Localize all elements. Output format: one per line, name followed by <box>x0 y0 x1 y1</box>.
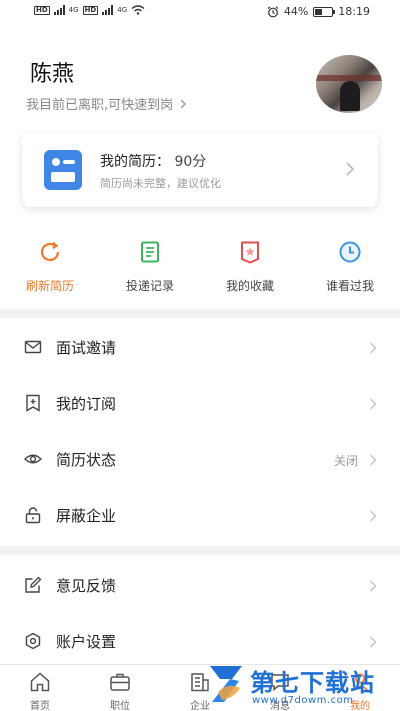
chevron-right-icon <box>369 454 377 466</box>
resume-card[interactable]: 我的简历： 90分 简历尚未完整，建议优化 <box>22 133 378 207</box>
job-status-text: 我目前已离职,可快速到岗 <box>26 98 174 113</box>
chevron-right-icon <box>369 342 377 354</box>
menu-item-feedback[interactable]: 意见反馈 <box>0 557 400 613</box>
status-left: HD 4G HD 4G <box>34 5 145 15</box>
bookmark-icon <box>26 394 40 412</box>
quick-action-refresh[interactable]: 刷新简历 <box>0 236 100 296</box>
quick-action-label: 刷新简历 <box>25 279 74 293</box>
refresh-icon <box>40 241 60 262</box>
menu-label: 面试邀请 <box>56 339 117 357</box>
menu-label: 我的订阅 <box>56 395 117 413</box>
home-icon <box>30 672 50 692</box>
profile-page: HD 4G HD 4G 44% 18:19 陈燕 我目前已离职,可快速到岗 我的… <box>0 0 400 711</box>
favorite-icon <box>241 241 259 264</box>
wifi-icon <box>131 5 145 15</box>
signal-icon-2 <box>102 5 114 15</box>
clock-time: 18:19 <box>338 5 370 18</box>
status-bar: HD 4G HD 4G 44% 18:19 <box>0 0 400 26</box>
signal-icon <box>53 5 65 15</box>
nav-label: 职位 <box>110 701 130 711</box>
quick-action-label: 我的收藏 <box>225 279 274 293</box>
quick-action-records[interactable]: 投递记录 <box>100 236 200 296</box>
quick-actions: 刷新简历 投递记录 我的收藏 谁看过我 <box>0 236 400 296</box>
watermark: 第七下载站 www.d7dowm.com <box>206 660 400 711</box>
nav-label: 首页 <box>30 701 50 711</box>
menu-label: 简历状态 <box>56 451 117 469</box>
chevron-right-icon <box>346 162 355 176</box>
menu-label: 屏蔽企业 <box>56 507 117 525</box>
resume-status-value: 关闭 <box>333 454 358 468</box>
status-right: 44% 18:19 <box>267 5 370 18</box>
battery-percent: 44% <box>283 5 309 18</box>
clock-icon <box>339 241 361 263</box>
menu-item-interview[interactable]: 面试邀请 <box>0 319 400 375</box>
network-label: 4G <box>68 6 79 14</box>
chevron-right-icon <box>369 398 377 410</box>
chevron-right-icon <box>180 99 187 108</box>
quick-action-visitors[interactable]: 谁看过我 <box>300 236 400 296</box>
battery-icon <box>313 6 336 17</box>
gear-icon <box>25 632 41 650</box>
resume-title-label: 我的简历： <box>100 154 170 170</box>
job-status-link[interactable]: 我目前已离职,可快速到岗 <box>26 94 189 113</box>
resume-subtitle: 简历尚未完整，建议优化 <box>100 177 221 190</box>
edit-icon <box>25 576 42 593</box>
section-divider <box>0 309 400 318</box>
menu-label: 意见反馈 <box>56 577 117 595</box>
menu-item-resume-status[interactable]: 简历状态 关闭 <box>0 431 400 487</box>
nav-item-jobs[interactable]: 职位 <box>80 665 160 711</box>
eye-icon <box>24 454 42 464</box>
menu-item-block-company[interactable]: 屏蔽企业 <box>0 487 400 543</box>
record-icon <box>141 241 159 263</box>
sim-badge: HD <box>34 5 50 15</box>
menu-label: 账户设置 <box>56 633 117 651</box>
mail-icon <box>24 340 42 354</box>
network-label-2: 4G <box>117 6 128 14</box>
chevron-right-icon <box>369 636 377 648</box>
sim-badge-2: HD <box>82 5 99 15</box>
resume-title: 我的简历： 90分 <box>100 151 206 171</box>
quick-action-favorites[interactable]: 我的收藏 <box>200 236 300 296</box>
resume-score: 90分 <box>174 154 207 170</box>
chevron-right-icon <box>369 510 377 522</box>
nav-item-home[interactable]: 首页 <box>0 665 80 711</box>
chevron-right-icon <box>369 580 377 592</box>
menu-item-subscription[interactable]: 我的订阅 <box>0 375 400 431</box>
alarm-icon <box>267 6 279 17</box>
briefcase-icon <box>110 673 130 691</box>
user-name: 陈燕 <box>30 62 75 87</box>
watermark-url: www.d7dowm.com <box>252 695 354 706</box>
resume-icon <box>44 150 82 190</box>
quick-action-label: 谁看过我 <box>325 279 374 293</box>
lock-icon <box>25 507 41 524</box>
watermark-logo-icon <box>210 666 242 702</box>
avatar[interactable] <box>316 55 382 113</box>
watermark-text: 第七下载站 <box>250 669 375 697</box>
quick-action-label: 投递记录 <box>125 279 174 293</box>
section-divider <box>0 546 400 555</box>
